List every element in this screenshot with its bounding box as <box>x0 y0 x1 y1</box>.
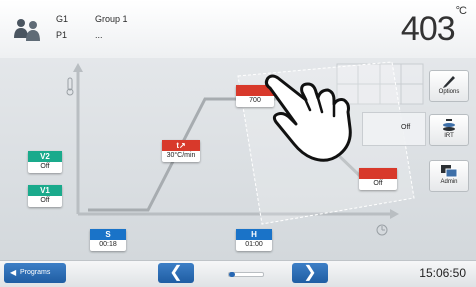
temperature-value: 403 <box>400 10 456 48</box>
cool-box-value: Off <box>373 180 383 187</box>
program-code: P1 <box>56 30 68 40</box>
furnace-temperature: 403°C <box>400 5 467 49</box>
admin-label: Admin <box>440 179 458 185</box>
irt-button[interactable]: IRT <box>429 114 469 146</box>
cooling-box[interactable]: Off <box>359 168 397 190</box>
pointing-hand-icon <box>264 74 352 162</box>
v1-value: Off <box>40 197 50 204</box>
t-label: t↗ <box>162 140 200 151</box>
header-bar: G1 Group 1 P1 ... 403°C <box>0 0 476 59</box>
v2-label: V2 <box>28 151 62 162</box>
irt-icon <box>443 119 455 131</box>
vacuum-v1-box[interactable]: V1 Off <box>28 185 62 207</box>
v1-label: V1 <box>28 185 62 196</box>
programs-label: Programs <box>20 269 51 276</box>
programs-button[interactable]: ◀ Programs <box>4 263 66 283</box>
next-page-button[interactable]: ❯ <box>292 263 328 283</box>
prev-page-button[interactable]: ❮ <box>158 263 194 283</box>
v2-value: Off <box>40 163 50 170</box>
heat-rate-box[interactable]: t↗ 30°C/min <box>162 140 200 162</box>
vacuum-v2-box[interactable]: V2 Off <box>28 151 62 173</box>
options-label: Options <box>438 89 460 95</box>
users-icon[interactable] <box>12 16 42 42</box>
pencil-icon <box>443 76 455 88</box>
s-label: S <box>90 229 126 240</box>
page-indicator <box>228 272 264 277</box>
irt-label: IRT <box>444 133 454 139</box>
clock-icon <box>376 224 388 236</box>
group-code: G1 <box>56 14 69 24</box>
admin-button[interactable]: Admin <box>429 160 469 192</box>
h-value: 01:00 <box>245 241 263 248</box>
options-button[interactable]: Options <box>429 70 469 102</box>
h-label: H <box>236 229 272 240</box>
thermometer-icon <box>66 77 74 96</box>
t-value: 30°C/min <box>166 152 196 159</box>
temperature-unit: °C <box>455 4 467 17</box>
chevron-left-icon: ❮ <box>169 264 183 281</box>
chevron-right-icon: ❯ <box>303 264 317 281</box>
standby-s-box[interactable]: S 00:18 <box>90 229 126 251</box>
program-graph-area: Off V2 Off V1 Off S 00:18 t↗ 30°C/min 70… <box>0 58 476 260</box>
triangle-left-icon: ◀ <box>10 268 17 277</box>
admin-icon <box>441 165 458 178</box>
holding-time-h-box[interactable]: H 01:00 <box>236 229 272 251</box>
clock-time: 15:06:50 <box>419 266 466 280</box>
side-value: Off <box>401 124 411 131</box>
s-value: 00:18 <box>99 241 117 248</box>
group-name: Group 1 <box>95 14 128 24</box>
program-name: ... <box>95 30 103 40</box>
page-indicator-dot <box>229 272 235 277</box>
